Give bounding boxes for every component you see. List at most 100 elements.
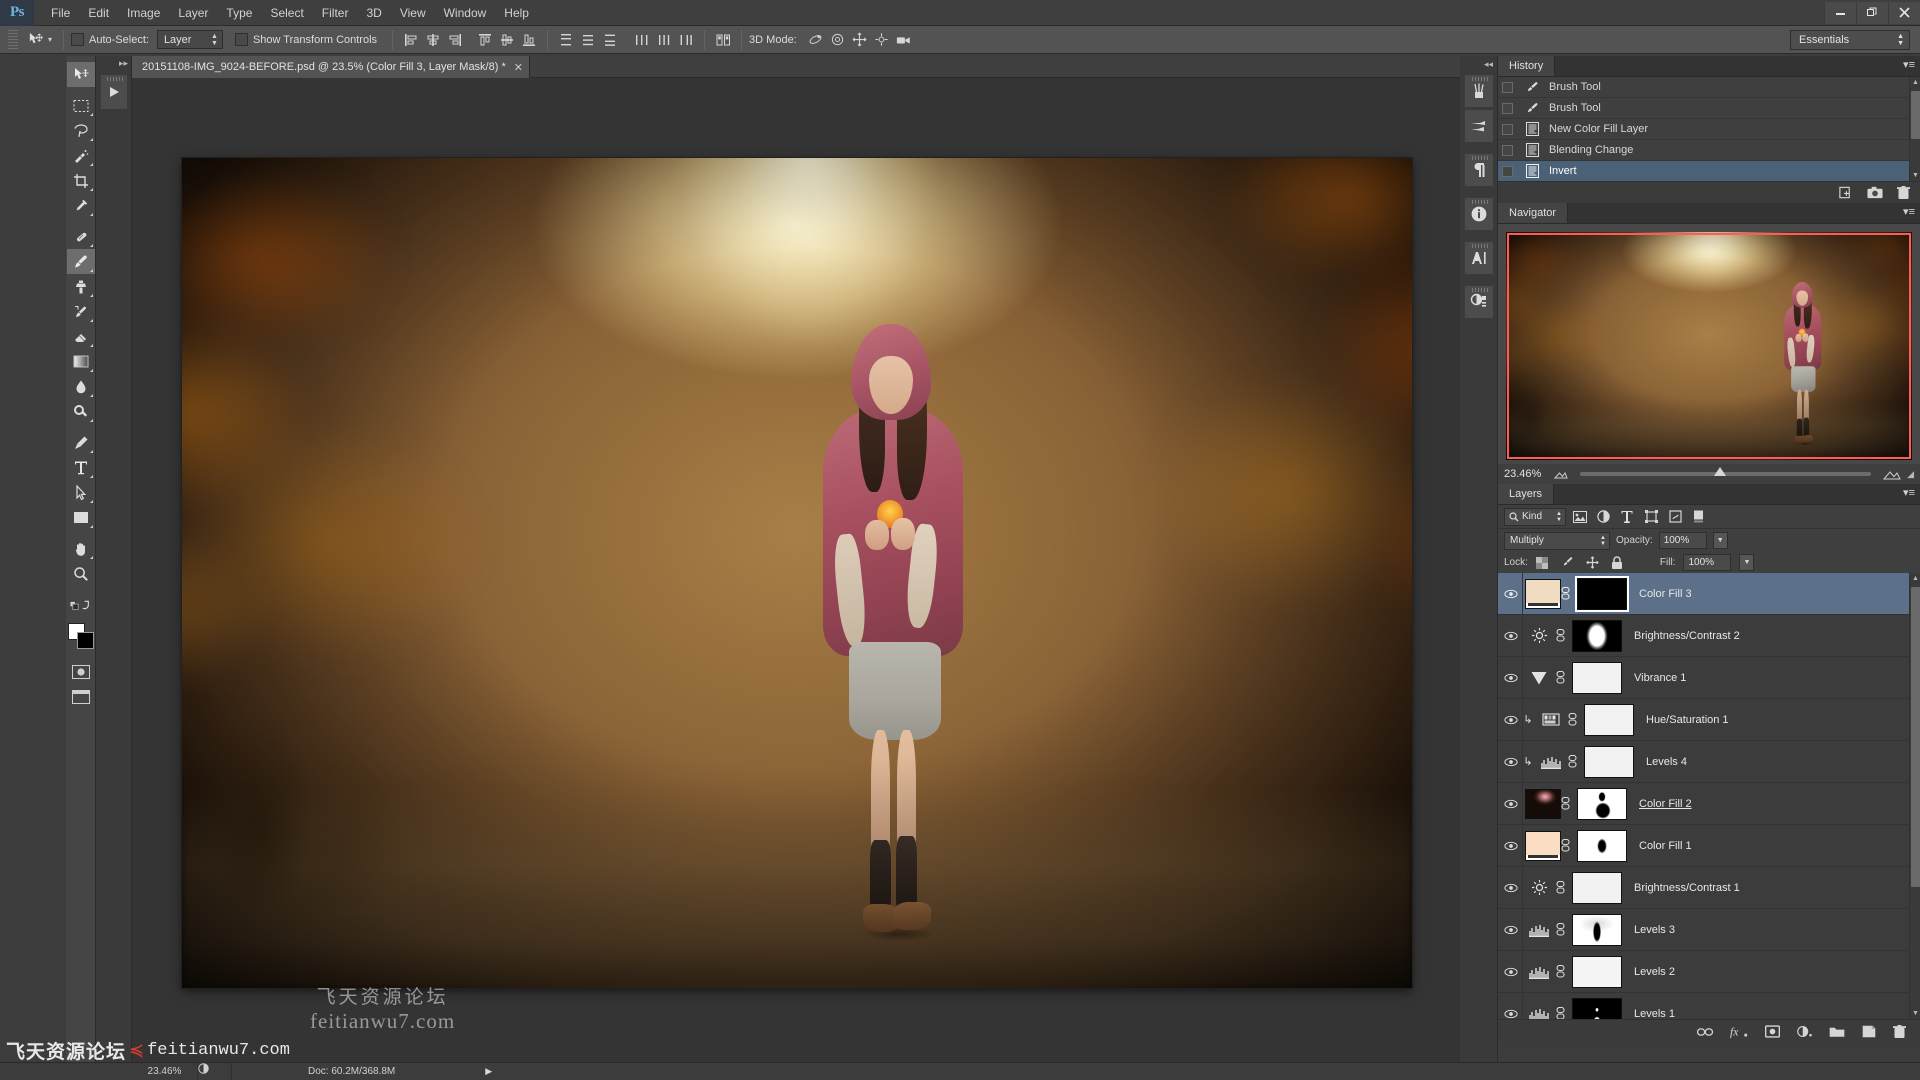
layers-list[interactable]: Color Fill 3 Brightness/Contrast 2 Vibra… [1498, 573, 1920, 1019]
hand-tool[interactable] [67, 536, 95, 561]
crop-tool[interactable] [67, 168, 95, 193]
resize-grip-icon[interactable]: ◢ [1907, 469, 1914, 480]
document-canvas[interactable] [182, 158, 1412, 988]
layer-name[interactable]: Vibrance 1 [1634, 672, 1686, 684]
type-filter-icon[interactable] [1621, 510, 1638, 523]
options-bar-grip[interactable] [8, 29, 18, 50]
navigator-view-box[interactable] [1507, 233, 1911, 459]
info-icon[interactable] [1463, 197, 1494, 231]
lasso-tool[interactable] [67, 118, 95, 143]
layer-name[interactable]: Levels 4 [1646, 756, 1687, 768]
menu-help[interactable]: Help [495, 2, 538, 24]
menu-select[interactable]: Select [261, 2, 312, 24]
navigator-zoom-slider[interactable] [1580, 467, 1872, 476]
show-transform-controls-checkbox[interactable] [234, 33, 248, 46]
new-snapshot-icon[interactable] [1867, 186, 1883, 199]
spot-healing-brush-tool[interactable] [67, 224, 95, 249]
fill-value-field[interactable]: 100% [1683, 554, 1732, 571]
layer-row[interactable]: Color Fill 2 [1498, 783, 1920, 825]
layer-thumbnail[interactable] [1525, 830, 1561, 861]
brush-presets-icon[interactable] [1463, 74, 1494, 108]
zoom-in-large-mountain-icon[interactable] [1883, 469, 1901, 480]
move-tool[interactable] [66, 62, 95, 87]
brush-presets-panel-button[interactable] [100, 74, 128, 110]
link-mask-icon[interactable] [1561, 797, 1577, 810]
3d-orbit-icon[interactable] [805, 29, 827, 51]
smart-object-filter-icon[interactable] [1669, 510, 1686, 523]
layer-mask-thumbnail[interactable] [1572, 997, 1622, 1019]
delete-icon[interactable] [1897, 185, 1910, 200]
layer-mask-thumbnail[interactable] [1572, 871, 1622, 904]
layer-visibility-icon[interactable] [1500, 967, 1522, 977]
layer-name[interactable]: Brightness/Contrast 2 [1634, 630, 1740, 642]
zoom-tool[interactable] [67, 561, 95, 586]
align-vertical-centers-icon[interactable] [496, 29, 518, 51]
history-item[interactable]: Brush Tool [1498, 77, 1920, 98]
layer-visibility-icon[interactable] [1500, 841, 1522, 851]
history-snapshot-checkbox[interactable] [1502, 123, 1513, 135]
menu-filter[interactable]: Filter [313, 2, 358, 24]
document-tab[interactable]: 20151108-IMG_9024-BEFORE.psd @ 23.5% (Co… [132, 56, 530, 78]
distribute-horizontal-centers-icon[interactable] [653, 29, 675, 51]
expand-left-dock-icon[interactable]: ▸▸ [119, 58, 128, 69]
link-mask-icon[interactable] [1556, 1007, 1572, 1019]
align-horizontal-centers-icon[interactable] [422, 29, 444, 51]
brush-tool[interactable] [66, 249, 95, 274]
quick-mask-toggle[interactable] [67, 659, 95, 684]
layer-row[interactable]: ↳ Levels 4 [1498, 741, 1920, 783]
distribute-vertical-centers-icon[interactable] [577, 29, 599, 51]
layer-visibility-icon[interactable] [1500, 715, 1522, 725]
layer-mask-thumbnail[interactable] [1572, 913, 1622, 946]
screen-mode-toggle[interactable] [67, 684, 95, 709]
scroll-up-icon[interactable]: ▲ [1912, 575, 1919, 582]
navigator-thumbnail[interactable] [1506, 232, 1912, 460]
layer-row[interactable]: Levels 3 [1498, 909, 1920, 951]
tab-navigator[interactable]: Navigator [1498, 203, 1569, 223]
layer-row[interactable]: Brightness/Contrast 2 [1498, 615, 1920, 657]
history-snapshot-checkbox[interactable] [1502, 144, 1513, 156]
delete-layer-icon[interactable] [1893, 1024, 1906, 1039]
layer-mask-thumbnail[interactable] [1584, 703, 1634, 736]
history-snapshot-checkbox[interactable] [1502, 102, 1513, 114]
workspace-selector[interactable]: Essentials ▲ ▼ [1790, 29, 1910, 50]
layer-row[interactable]: Color Fill 1 [1498, 825, 1920, 867]
scroll-up-icon[interactable]: ▲ [1912, 79, 1919, 86]
menu-3d[interactable]: 3D [357, 2, 390, 24]
layer-visibility-icon[interactable] [1500, 799, 1522, 809]
panel-menu-icon[interactable]: ▾≡ [1903, 488, 1915, 499]
gradient-tool[interactable] [67, 349, 95, 374]
dodge-tool[interactable] [67, 399, 95, 424]
layer-row[interactable]: Levels 1 [1498, 993, 1920, 1019]
minimize-button[interactable] [1824, 1, 1856, 24]
move-tool-options-icon[interactable] [22, 29, 48, 51]
canvas-area[interactable]: 飞天资源论坛 feitianwu7.com [132, 78, 1460, 1064]
layer-name[interactable]: Color Fill 2 [1639, 798, 1692, 810]
history-item[interactable]: Brush Tool [1498, 98, 1920, 119]
new-document-from-state-icon[interactable] [1838, 186, 1853, 200]
3d-camera-icon[interactable] [893, 29, 915, 51]
scroll-down-icon[interactable]: ▼ [1912, 172, 1919, 179]
link-mask-icon[interactable] [1561, 587, 1577, 600]
auto-select-checkbox[interactable] [71, 33, 85, 46]
zoom-out-small-mountain-icon[interactable] [1554, 470, 1568, 479]
status-zoom-field[interactable]: 23.46% [132, 1062, 198, 1080]
lock-transparent-pixels-icon[interactable] [1535, 556, 1553, 569]
history-item[interactable]: Blending Change [1498, 140, 1920, 161]
layer-row[interactable]: Color Fill 3 [1498, 573, 1920, 615]
link-mask-icon[interactable] [1568, 713, 1584, 726]
history-item[interactable]: New Color Fill Layer [1498, 119, 1920, 140]
pen-tool[interactable] [67, 430, 95, 455]
link-layers-icon[interactable] [1697, 1027, 1713, 1037]
layer-mask-thumbnail[interactable] [1577, 787, 1627, 820]
history-snapshot-checkbox[interactable] [1502, 165, 1513, 177]
3d-roll-icon[interactable] [827, 29, 849, 51]
tab-layers[interactable]: Layers [1498, 484, 1555, 504]
collapse-panels-icon[interactable]: ◂◂ [1484, 59, 1493, 70]
layer-name[interactable]: Color Fill 1 [1639, 840, 1692, 852]
history-item-selected[interactable]: Invert [1498, 161, 1920, 181]
menu-edit[interactable]: Edit [79, 2, 118, 24]
layer-visibility-icon[interactable] [1500, 589, 1522, 599]
menu-type[interactable]: Type [217, 2, 261, 24]
navigator-zoom-value[interactable]: 23.46% [1504, 468, 1548, 480]
align-left-edges-icon[interactable] [400, 29, 422, 51]
